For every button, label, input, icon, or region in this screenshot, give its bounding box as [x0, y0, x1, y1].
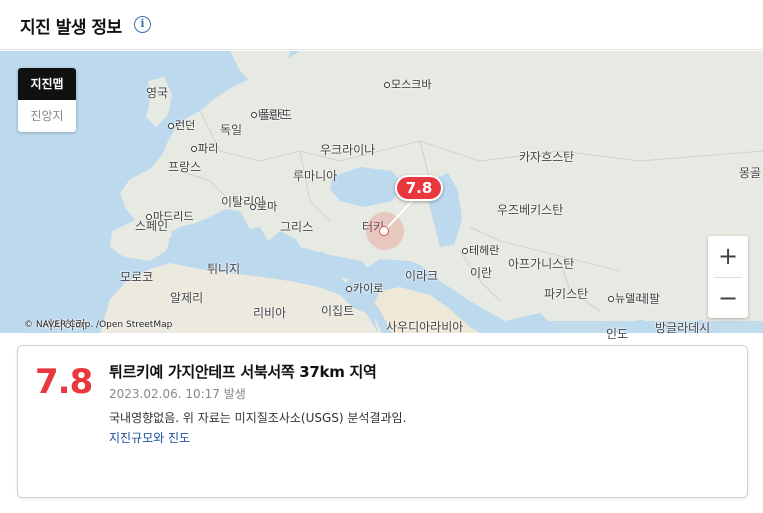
event-location: 튀르키예 가지안테프 서북서쪽 37km 지역	[109, 363, 377, 381]
zoom-out-button[interactable]: −	[708, 278, 748, 319]
epicenter-marker[interactable]	[379, 226, 389, 236]
earthquake-map[interactable]	[0, 51, 763, 333]
event-note: 국내영향없음. 위 자료는 미지질조사소(USGS) 분석결과임.	[109, 411, 407, 425]
map-copyright: © NAVER Corp. /Open StreetMap	[24, 320, 173, 330]
marker-leader-line	[385, 200, 413, 230]
page-title: 지진 발생 정보	[20, 18, 122, 38]
magnitude-badge[interactable]: 7.8	[395, 175, 443, 201]
info-icon[interactable]: i	[134, 16, 151, 33]
zoom-control: + −	[708, 236, 748, 318]
toggle-earthquake-map[interactable]: 지진맵	[18, 68, 76, 100]
event-magnitude: 7.8	[35, 362, 93, 402]
page-header: 지진 발생 정보 i	[0, 0, 763, 50]
magnitude-intensity-link[interactable]: 지진규모와 진도	[109, 429, 190, 446]
zoom-in-button[interactable]: +	[708, 236, 748, 277]
toggle-epicenter[interactable]: 진앙지	[18, 100, 76, 132]
earthquake-info-card: 7.8 튀르키예 가지안테프 서북서쪽 37km 지역 2023.02.06. …	[17, 345, 748, 498]
map-view-toggle: 지진맵 진앙지	[18, 68, 76, 132]
event-time: 2023.02.06. 10:17 발생	[109, 387, 246, 401]
